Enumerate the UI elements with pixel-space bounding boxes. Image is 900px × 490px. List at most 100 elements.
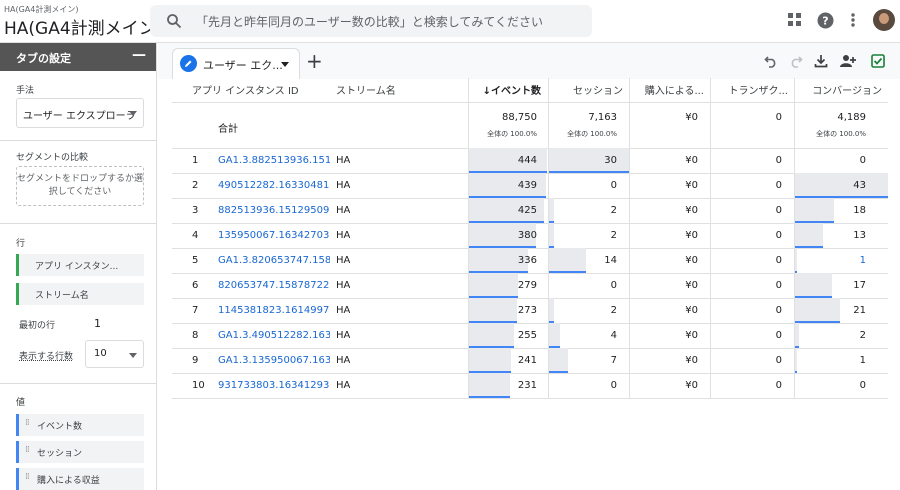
column-divider xyxy=(468,78,469,398)
divider xyxy=(0,223,156,224)
events-value: 231 xyxy=(517,380,537,391)
search-placeholder: 「先月と昨年同月のユーザー数の比較」と検索してみてください xyxy=(196,15,544,29)
sessions-value: 2 xyxy=(610,205,617,216)
tab-bar: ユーザー エク... + xyxy=(158,43,900,79)
property-name[interactable]: HA(GA4計測メイン) xyxy=(4,14,162,39)
row-number: 9 xyxy=(192,355,199,366)
value-chip-events[interactable]: ⁞⁞ イベント数 xyxy=(16,414,144,436)
rows-shown-dropdown[interactable]: 10 xyxy=(85,340,144,368)
app-instance-id-link[interactable]: GA1.3.490512282.163... xyxy=(218,330,330,341)
events-value: 241 xyxy=(517,355,537,366)
column-header-revenue[interactable]: 購入による... xyxy=(630,78,710,102)
sessions-value: 2 xyxy=(610,305,617,316)
sessions-value: 14 xyxy=(604,255,617,266)
table-row[interactable]: 5 GA1.3.820653747.158... HA 336 14 ¥0 0 1 xyxy=(172,248,888,274)
sessions-value: 0 xyxy=(610,280,617,291)
row-number: 5 xyxy=(192,255,199,266)
value-chip-label: セッション xyxy=(37,449,83,459)
add-tab-button[interactable]: + xyxy=(306,49,323,73)
search-box[interactable]: 「先月と昨年同月のユーザー数の比較」と検索してみてください xyxy=(150,5,592,37)
column-header-events[interactable]: ↓イベント数 xyxy=(469,78,547,102)
more-vert-icon[interactable] xyxy=(843,10,863,30)
table-row[interactable]: 2 490512282.16330481... HA 439 0 ¥0 0 43 xyxy=(172,173,888,199)
check-box-icon[interactable] xyxy=(869,52,887,70)
redo-icon[interactable] xyxy=(787,52,805,70)
technique-dropdown[interactable]: ユーザー エクスプローラ xyxy=(16,98,144,128)
total-transactions: 0 xyxy=(775,112,782,123)
table-row[interactable]: 8 GA1.3.490512282.163... HA 255 4 ¥0 0 2 xyxy=(172,323,888,349)
revenue-value: ¥0 xyxy=(685,180,698,191)
drag-handle-icon[interactable]: ⁞⁞ xyxy=(25,445,30,455)
chevron-down-icon xyxy=(129,111,137,116)
app-instance-id-link[interactable]: 882513936.15129509... xyxy=(218,205,330,216)
top-bar: HA(GA4計測メイン) HA(GA4計測メイン) 「先月と昨年同月のユーザー数… xyxy=(0,0,900,42)
total-revenue: ¥0 xyxy=(685,112,698,123)
revenue-value: ¥0 xyxy=(685,280,698,291)
stream-name: HA xyxy=(336,330,351,341)
transactions-value: 0 xyxy=(775,355,782,366)
chevron-down-icon[interactable] xyxy=(281,62,289,67)
row-chip-stream-name[interactable]: ストリーム名 xyxy=(16,283,144,305)
app-instance-id-link[interactable]: 135950067.16342703... xyxy=(218,230,330,241)
help-icon[interactable]: ? xyxy=(815,10,835,30)
stream-name: HA xyxy=(336,180,351,191)
table-row[interactable]: 10 931733803.16341293... HA 231 0 ¥0 0 0 xyxy=(172,373,888,399)
add-user-icon[interactable] xyxy=(840,52,858,70)
table-row[interactable]: 4 135950067.16342703... HA 380 2 ¥0 0 13 xyxy=(172,223,888,249)
avatar[interactable] xyxy=(873,9,895,31)
events-value: 255 xyxy=(517,330,537,341)
transactions-value: 0 xyxy=(775,380,782,391)
app-instance-id-link[interactable]: 490512282.16330481... xyxy=(218,180,330,191)
app-instance-id-link[interactable]: 820653747.15878722... xyxy=(218,280,330,291)
total-conversions: 4,189 xyxy=(837,112,866,123)
row-number: 6 xyxy=(192,280,199,291)
row-chip-app-instance[interactable]: アプリ インスタン... xyxy=(16,254,144,276)
table-row[interactable]: 3 882513936.15129509... HA 425 2 ¥0 0 18 xyxy=(172,198,888,224)
segment-dropzone[interactable]: セグメントをドロップするか選択してください xyxy=(16,166,144,206)
value-chip-revenue[interactable]: ⁞⁞ 購入による収益 xyxy=(16,468,144,490)
revenue-value: ¥0 xyxy=(685,255,698,266)
column-header-stream-name[interactable]: ストリーム名 xyxy=(336,78,456,102)
sessions-value: 4 xyxy=(610,330,617,341)
rows-label: 行 xyxy=(16,239,26,249)
events-value: 273 xyxy=(517,305,537,316)
column-header-app-instance-id[interactable]: アプリ インスタンス ID xyxy=(192,78,332,102)
collapse-icon[interactable]: — xyxy=(132,47,146,63)
undo-icon[interactable] xyxy=(762,52,780,70)
table-row[interactable]: 7 1145381823.1614997... HA 273 2 ¥0 0 21 xyxy=(172,298,888,324)
first-row-input[interactable]: 1 xyxy=(94,317,101,330)
row-number: 4 xyxy=(192,230,199,241)
value-chip-sessions[interactable]: ⁞⁞ セッション xyxy=(16,441,144,463)
revenue-value: ¥0 xyxy=(685,380,698,391)
divider xyxy=(0,140,156,141)
table-row[interactable]: 9 GA1.3.135950067.163... HA 241 7 ¥0 0 1 xyxy=(172,348,888,374)
pencil-icon[interactable] xyxy=(180,55,197,72)
events-value: 336 xyxy=(517,255,537,266)
tab-user-explorer[interactable]: ユーザー エク... xyxy=(172,48,300,79)
events-value: 380 xyxy=(517,230,537,241)
column-header-sessions[interactable]: セッション xyxy=(549,78,629,102)
sessions-value: 0 xyxy=(610,380,617,391)
panel-title: タブの設定 xyxy=(16,52,71,65)
drag-handle-icon[interactable]: ⁞⁞ xyxy=(25,418,30,428)
table-row[interactable]: 6 820653747.15878722... HA 279 0 ¥0 0 17 xyxy=(172,273,888,299)
app-instance-id-link[interactable]: GA1.3.820653747.158... xyxy=(218,255,330,266)
row-number: 7 xyxy=(192,305,199,316)
conversions-value: 18 xyxy=(853,205,866,216)
table-row[interactable]: 1 GA1.3.882513936.151... HA 444 30 ¥0 0 0 xyxy=(172,148,888,174)
conversions-value[interactable]: 1 xyxy=(795,255,888,266)
app-instance-id-link[interactable]: GA1.3.882513936.151... xyxy=(218,155,330,166)
column-header-conversions[interactable]: コンバージョン xyxy=(795,78,888,102)
stream-name: HA xyxy=(336,305,351,316)
column-divider xyxy=(548,78,549,398)
events-value: 444 xyxy=(517,155,537,166)
app-instance-id-link[interactable]: 931733803.16341293... xyxy=(218,380,330,391)
apps-grid-icon[interactable] xyxy=(785,10,805,30)
drag-handle-icon[interactable]: ⁞⁞ xyxy=(25,472,30,482)
download-icon[interactable] xyxy=(812,52,830,70)
stream-name: HA xyxy=(336,280,351,291)
app-instance-id-link[interactable]: 1145381823.1614997... xyxy=(218,305,330,316)
value-chip-label: イベント数 xyxy=(37,422,83,432)
app-instance-id-link[interactable]: GA1.3.135950067.163... xyxy=(218,355,330,366)
column-header-transactions[interactable]: トランザク... xyxy=(711,78,794,102)
